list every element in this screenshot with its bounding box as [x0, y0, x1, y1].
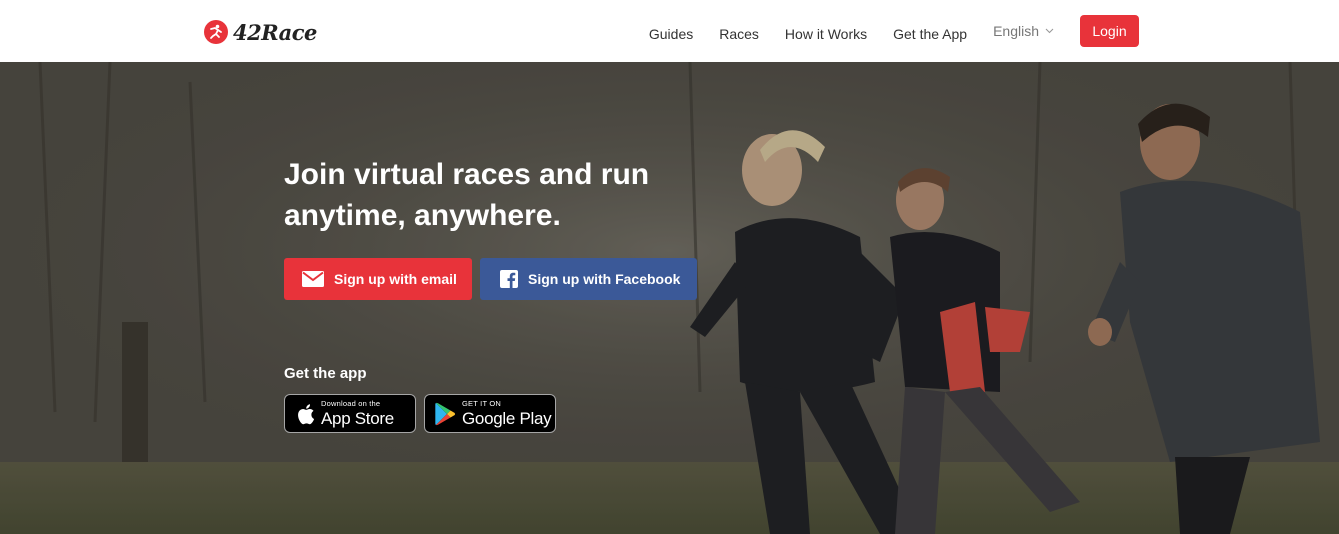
chevron-down-icon: [1045, 28, 1054, 34]
top-navbar: 42Race Guides Races How it Works Get the…: [0, 0, 1339, 62]
hero-headline-line-2: anytime, anywhere.: [284, 199, 561, 232]
brand-logo[interactable]: 42Race: [204, 18, 317, 46]
signup-email-button[interactable]: Sign up with email: [284, 258, 472, 300]
facebook-icon: [500, 270, 518, 288]
hero-headline-line-1: Join virtual races and run: [284, 158, 650, 191]
google-play-big-text: Google Play: [462, 408, 552, 428]
hero-headline: Join virtual races and run anytime, anyw…: [284, 154, 684, 236]
app-store-badge[interactable]: Download on the App Store: [284, 394, 416, 433]
apple-icon: [298, 403, 315, 424]
language-selector[interactable]: English: [993, 23, 1054, 39]
nav-how-it-works[interactable]: How it Works: [785, 20, 867, 42]
google-play-small-text: GET IT ON: [462, 399, 502, 409]
signup-facebook-button[interactable]: Sign up with Facebook: [480, 258, 697, 300]
login-button[interactable]: Login: [1080, 15, 1139, 47]
main-nav: Guides Races How it Works Get the App En…: [623, 0, 1139, 62]
google-play-text: GET IT ON Google Play: [462, 399, 552, 428]
get-app-label: Get the app: [284, 365, 367, 382]
nav-races[interactable]: Races: [719, 20, 759, 42]
brand-name: 42Race: [233, 19, 317, 45]
nav-guides[interactable]: Guides: [649, 20, 693, 42]
app-store-text: Download on the App Store: [321, 400, 394, 427]
envelope-icon: [302, 271, 324, 287]
language-label: English: [993, 23, 1039, 39]
google-play-icon: [435, 402, 456, 425]
hero-section: Join virtual races and run anytime, anyw…: [0, 62, 1339, 534]
signup-facebook-label: Sign up with Facebook: [528, 271, 681, 287]
google-play-badge[interactable]: GET IT ON Google Play: [424, 394, 556, 433]
nav-get-the-app[interactable]: Get the App: [893, 20, 967, 42]
runner-logo-icon: [204, 20, 228, 44]
app-store-small-text: Download on the: [321, 399, 381, 409]
app-store-big-text: App Store: [321, 408, 394, 428]
signup-email-label: Sign up with email: [334, 271, 457, 287]
